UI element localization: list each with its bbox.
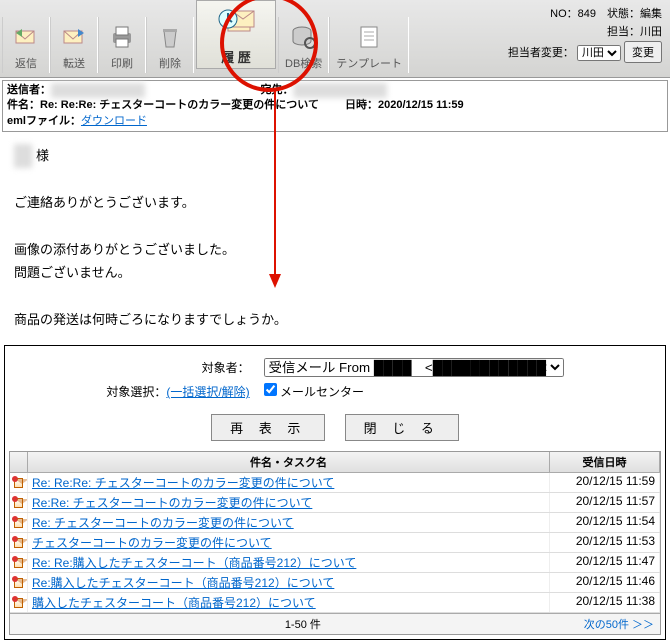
mail-icon [14,478,23,488]
template-button[interactable]: テンプレート [329,17,409,73]
history-button[interactable]: 履 歴 [196,0,276,69]
redisplay-button[interactable]: 再 表 示 [211,414,325,441]
history-subject-link[interactable]: Re: Re:Re: チェスターコートのカラー変更の件について [32,476,334,490]
print-button[interactable]: 印刷 [98,17,146,73]
history-subject-link[interactable]: 購入したチェスターコート（商品番号212）について [32,596,316,610]
delete-button[interactable]: 削除 [146,17,194,73]
reply-button[interactable]: 返信 [2,17,50,73]
mail-icon [14,578,23,588]
trash-icon [154,21,186,53]
history-subject-link[interactable]: Re: Re:購入したチェスターコート（商品番号212）について [32,556,356,570]
download-eml-link[interactable]: ダウンロード [81,115,147,127]
db-search-icon [288,21,320,53]
forward-icon [58,21,90,53]
history-subject-link[interactable]: Re: チェスターコートのカラー変更の件について [32,516,294,530]
history-subject-link[interactable]: チェスターコートのカラー変更の件について [32,536,272,550]
history-subject-link[interactable]: Re:Re: チェスターコートのカラー変更の件について [32,496,312,510]
mail-icon [14,558,23,568]
toolbar: 返信 転送 印刷 削除 履 歴 DB検索 [0,0,670,78]
change-owner-button[interactable]: 変更 [624,41,662,63]
mailcenter-checkbox[interactable]: メールセンター [264,385,364,399]
mail-icon [14,498,23,508]
history-icon [214,5,258,45]
mail-icon [14,598,23,608]
forward-button[interactable]: 転送 [50,17,98,73]
target-select[interactable]: 受信メール From ████ <████████████> [264,358,564,377]
message-headers: 送信者：████████████ 宛先：████████████ 件名：Re: … [2,80,668,132]
history-subject-link[interactable]: Re:購入したチェスターコート（商品番号212）について [32,576,334,590]
table-row[interactable]: Re: Re:購入したチェスターコート（商品番号212）について20/12/15… [10,553,660,573]
table-row[interactable]: Re: チェスターコートのカラー変更の件について20/12/15 11:54 [10,513,660,533]
select-all-link[interactable]: (一括選択/解除) [166,385,249,399]
table-row[interactable]: Re:Re: チェスターコートのカラー変更の件について20/12/15 11:5… [10,493,660,513]
history-panel: 対象者： 受信メール From ████ <████████████> 対象選択… [4,345,666,640]
table-row[interactable]: 購入したチェスターコート（商品番号212）について20/12/15 11:38 [10,593,660,613]
message-body: ██ 様 ご連絡ありがとうございます。 画像の添付ありがとうございました。 問題… [0,134,670,341]
close-button[interactable]: 閉 じ る [345,414,459,441]
history-grid: 件名・タスク名 受信日時 Re: Re:Re: チェスターコートのカラー変更の件… [9,451,661,635]
next-page-link[interactable]: 次の50件 ＞＞ [584,619,654,631]
table-row[interactable]: チェスターコートのカラー変更の件について20/12/15 11:53 [10,533,660,553]
meta-panel: NO：849 状態：編集 担当：川田 担当者変更： 川田 変更 [500,0,670,77]
target-label: 対象者： [100,356,255,379]
template-icon [353,21,385,53]
printer-icon [106,21,138,53]
reply-icon [10,21,42,53]
owner-select[interactable]: 川田 [577,45,621,61]
table-row[interactable]: Re: Re:Re: チェスターコートのカラー変更の件について20/12/15 … [10,473,660,493]
dbsearch-button[interactable]: DB検索 [278,17,329,73]
mail-icon [14,518,23,528]
pager-center: 1-50 件 [28,614,578,634]
table-row[interactable]: Re:購入したチェスターコート（商品番号212）について20/12/15 11:… [10,573,660,593]
